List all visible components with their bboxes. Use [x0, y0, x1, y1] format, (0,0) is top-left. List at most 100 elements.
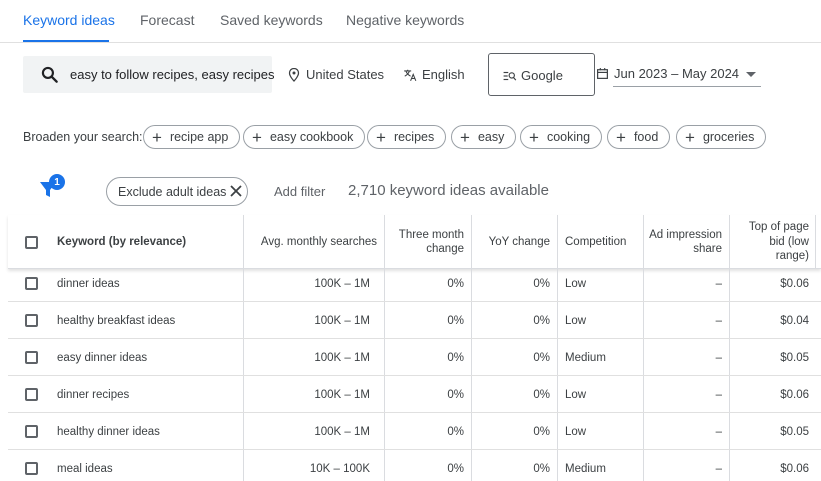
- bid-low-cell: $0.04: [780, 314, 809, 327]
- competition-cell: Medium: [565, 351, 606, 364]
- chip-label: recipe app: [169, 130, 229, 144]
- plus-icon: +: [685, 127, 695, 147]
- broaden-chip-recipe-app[interactable]: + recipe app: [143, 125, 241, 149]
- header-line: Three month: [398, 228, 464, 241]
- three-month-cell: 0%: [447, 388, 464, 401]
- row-checkbox[interactable]: [25, 388, 38, 401]
- plus-icon: +: [152, 127, 162, 147]
- yoy-cell: 0%: [533, 462, 550, 475]
- keyword-cell: meal ideas: [57, 462, 113, 475]
- impression-share-cell: –: [715, 462, 722, 475]
- date-range-label: Jun 2023 – May 2024: [614, 66, 740, 81]
- chip-label: recipes: [393, 130, 435, 144]
- competition-cell: Low: [565, 314, 587, 327]
- broaden-chip-easy-cookbook[interactable]: + easy cookbook: [243, 125, 366, 149]
- three-month-cell: 0%: [447, 425, 464, 438]
- broaden-chip-recipes[interactable]: + recipes: [367, 125, 447, 149]
- header-line: Ad impression: [649, 228, 722, 241]
- row-checkbox[interactable]: [25, 425, 38, 438]
- location-selector[interactable]: United States: [288, 67, 384, 82]
- broaden-chip-groceries[interactable]: + groceries: [676, 125, 767, 149]
- keyword-cell: healthy breakfast ideas: [57, 314, 176, 327]
- avg-searches-cell: 100K – 1M: [314, 425, 370, 438]
- keyword-cell: dinner ideas: [57, 277, 120, 290]
- plus-icon: +: [376, 127, 386, 147]
- chip-label: cooking: [546, 130, 591, 144]
- three-month-cell: 0%: [447, 277, 464, 290]
- bid-low-cell: $0.06: [780, 388, 809, 401]
- column-header-ad-impression-share[interactable]: Ad impression share: [644, 215, 722, 269]
- date-range-selector[interactable]: Jun 2023 – May 2024: [596, 66, 739, 81]
- chevron-down-icon[interactable]: [746, 72, 756, 77]
- tab-bar: Keyword ideas Forecast Saved keywords Ne…: [0, 0, 821, 43]
- search-network-label: Google: [521, 68, 563, 83]
- impression-share-cell: –: [715, 277, 722, 290]
- search-icon: [41, 66, 58, 83]
- yoy-cell: 0%: [533, 351, 550, 364]
- yoy-cell: 0%: [533, 388, 550, 401]
- broaden-search-label: Broaden your search:: [23, 130, 143, 144]
- filter-chip-label: Exclude adult ideas: [118, 184, 227, 199]
- table-row[interactable]: dinner recipes 100K – 1M 0% 0% Low – $0.…: [8, 376, 821, 413]
- language-label: English: [422, 67, 465, 82]
- plus-icon: +: [529, 127, 539, 147]
- column-header-competition[interactable]: Competition: [565, 215, 645, 269]
- column-header-yoy-change[interactable]: YoY change: [472, 215, 550, 269]
- bid-low-cell: $0.05: [780, 425, 809, 438]
- active-tab-indicator: [23, 40, 109, 42]
- row-checkbox[interactable]: [25, 351, 38, 364]
- date-range-underline: [613, 86, 761, 87]
- broaden-chip-food[interactable]: + food: [607, 125, 671, 149]
- keyword-ideas-count: 2,710 keyword ideas available: [348, 182, 549, 199]
- broaden-chip-cooking[interactable]: + cooking: [520, 125, 603, 149]
- bid-low-cell: $0.06: [780, 462, 809, 475]
- yoy-cell: 0%: [533, 425, 550, 438]
- select-all-checkbox[interactable]: [25, 236, 38, 249]
- table-row[interactable]: healthy breakfast ideas 100K – 1M 0% 0% …: [8, 302, 821, 339]
- competition-cell: Low: [565, 388, 587, 401]
- bid-low-cell: $0.05: [780, 351, 809, 364]
- table-row[interactable]: meal ideas 10K – 100K 0% 0% Medium – $0.…: [8, 450, 821, 481]
- column-header-keyword[interactable]: Keyword (by relevance): [57, 215, 237, 269]
- chip-label: groceries: [702, 130, 755, 144]
- impression-share-cell: –: [715, 388, 722, 401]
- add-filter-button[interactable]: Add filter: [274, 184, 325, 199]
- three-month-cell: 0%: [447, 351, 464, 364]
- table-header: Keyword (by relevance) Avg. monthly sear…: [8, 215, 821, 269]
- bid-low-cell: $0.06: [780, 277, 809, 290]
- table-row[interactable]: dinner ideas 100K – 1M 0% 0% Low – $0.06: [8, 265, 821, 302]
- close-icon[interactable]: [229, 184, 243, 198]
- row-checkbox[interactable]: [25, 277, 38, 290]
- header-line: Top of page: [748, 221, 809, 234]
- search-network-icon: [503, 71, 517, 80]
- plus-icon: +: [616, 127, 626, 147]
- search-network-selector[interactable]: Google: [488, 53, 595, 96]
- chip-label: food: [633, 130, 659, 144]
- table-row[interactable]: easy dinner ideas 100K – 1M 0% 0% Medium…: [8, 339, 821, 376]
- exclude-adult-ideas-chip[interactable]: Exclude adult ideas: [106, 177, 248, 206]
- row-checkbox[interactable]: [25, 314, 38, 327]
- tab-keyword-ideas[interactable]: Keyword ideas: [23, 12, 115, 28]
- calendar-icon: [597, 68, 608, 79]
- language-selector[interactable]: English: [403, 67, 465, 82]
- table-row[interactable]: healthy dinner ideas 100K – 1M 0% 0% Low…: [8, 413, 821, 450]
- column-header-three-month-change[interactable]: Three month change: [385, 215, 464, 269]
- broaden-chip-easy[interactable]: + easy: [451, 125, 517, 149]
- tab-negative-keywords[interactable]: Negative keywords: [346, 12, 464, 28]
- search-query-text: easy to follow recipes, easy recipes: [70, 67, 275, 82]
- row-checkbox[interactable]: [25, 462, 38, 475]
- column-divider: [815, 215, 816, 269]
- avg-searches-cell: 100K – 1M: [314, 388, 370, 401]
- avg-searches-cell: 100K – 1M: [314, 277, 370, 290]
- yoy-cell: 0%: [533, 277, 550, 290]
- keyword-cell: dinner recipes: [57, 388, 130, 401]
- tab-saved-keywords[interactable]: Saved keywords: [220, 12, 323, 28]
- column-header-avg-monthly-searches[interactable]: Avg. monthly searches: [244, 215, 377, 269]
- location-pin-icon: [288, 67, 300, 82]
- tab-forecast[interactable]: Forecast: [140, 12, 194, 28]
- chip-label: easy cookbook: [269, 130, 354, 144]
- filter-count-badge: 1: [49, 174, 65, 190]
- column-header-top-of-page-bid-low[interactable]: Top of page bid (low range): [730, 215, 809, 269]
- keyword-search-input[interactable]: easy to follow recipes, easy recipes: [23, 56, 275, 93]
- impression-share-cell: –: [715, 351, 722, 364]
